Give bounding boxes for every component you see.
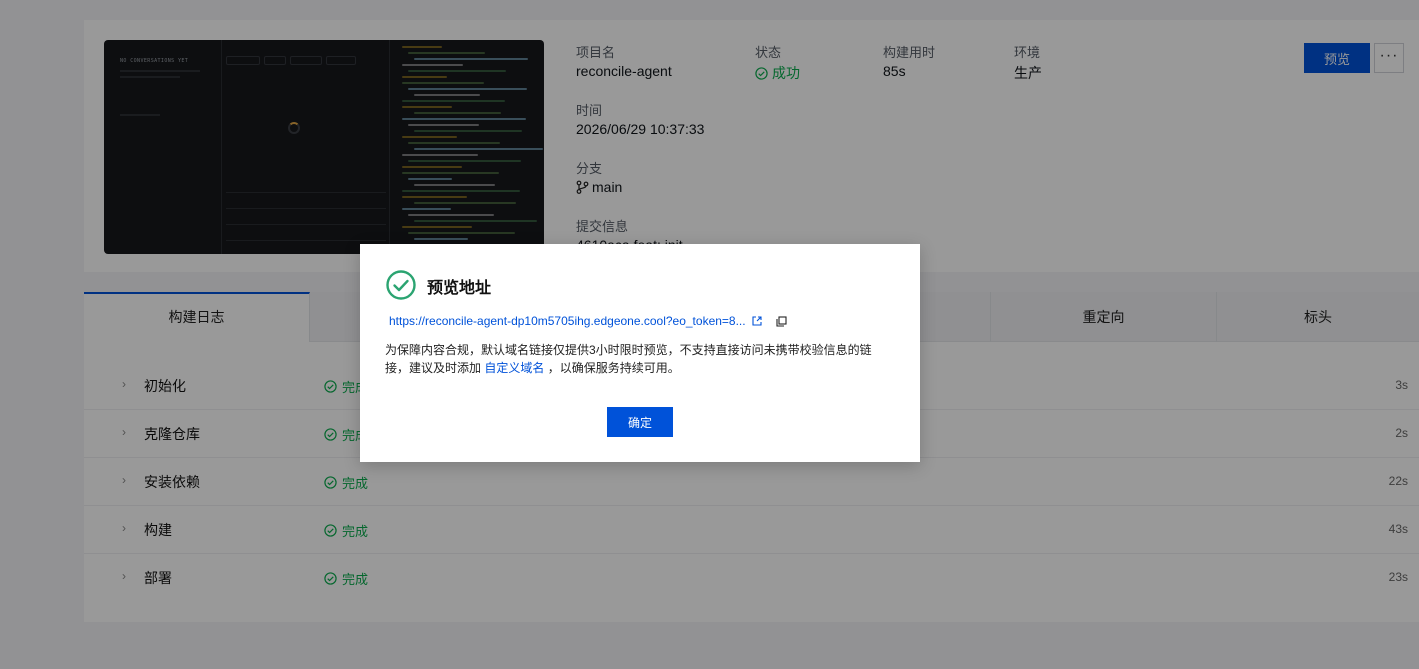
custom-domain-link[interactable]: 自定义域名 xyxy=(484,361,544,375)
success-check-icon xyxy=(386,270,416,300)
external-link-icon[interactable] xyxy=(752,316,762,326)
dialog-description: 为保障内容合规，默认域名链接仅提供3小时限时预览，不支持直接访问未携带校验信息的… xyxy=(385,341,885,377)
dialog-title: 预览地址 xyxy=(427,280,492,297)
preview-url-link[interactable]: https://reconcile-agent-dp10m5705ihg.edg… xyxy=(389,314,746,328)
copy-icon[interactable] xyxy=(776,315,787,327)
preview-url-row: https://reconcile-agent-dp10m5705ihg.edg… xyxy=(389,314,787,328)
desc-text-after: ，以确保服务持续可用。 xyxy=(544,361,680,375)
confirm-button[interactable]: 确定 xyxy=(607,407,673,437)
preview-url-dialog: 预览地址 https://reconcile-agent-dp10m5705ih… xyxy=(360,244,920,462)
